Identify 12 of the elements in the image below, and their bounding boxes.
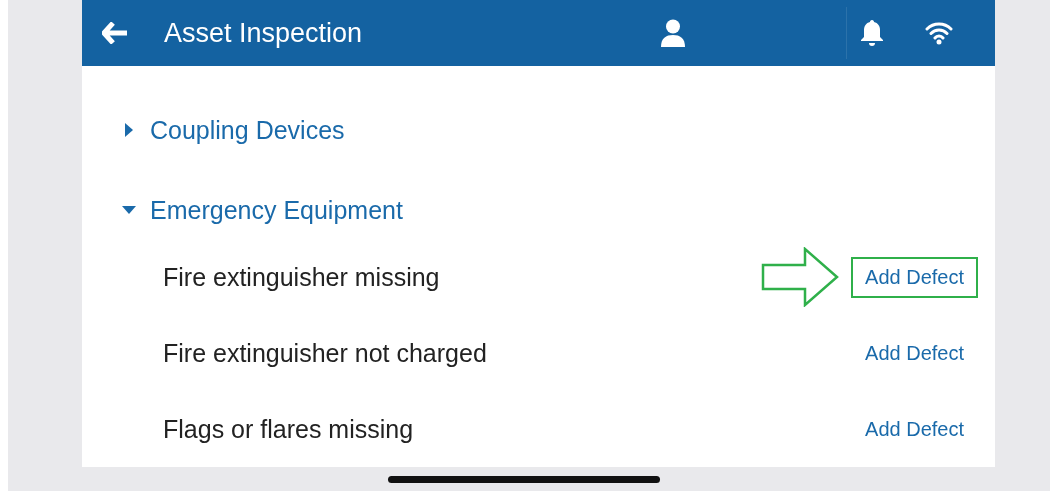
window-title: Asset Inspection [164, 17, 363, 49]
checklist-item: Flags or flares missing [163, 414, 414, 444]
user-icon[interactable] [660, 19, 687, 47]
back-arrow-icon[interactable] [102, 22, 128, 44]
wifi-icon[interactable] [925, 21, 954, 45]
checklist-item: Fire extinguisher not charged [163, 338, 487, 368]
checklist-item: Fire extinguisher missing [163, 262, 440, 292]
add-defect-link[interactable]: Add Defect [851, 256, 978, 298]
arrow-right-icon [761, 247, 840, 307]
bell-icon[interactable] [859, 19, 886, 47]
section-header[interactable]: Coupling Devices [82, 90, 345, 170]
section-header[interactable]: Emergency Equipment [82, 170, 403, 250]
